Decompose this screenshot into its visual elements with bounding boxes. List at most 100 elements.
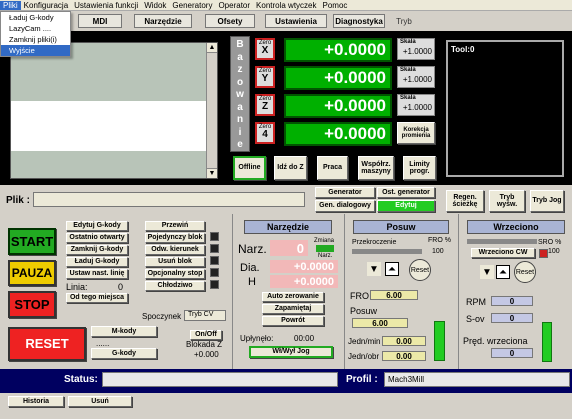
offline-button[interactable]: Offline <box>233 156 266 180</box>
menu-item-laduj[interactable]: Ładuj G-kody <box>1 12 70 23</box>
dro-x[interactable]: +0.0000 <box>284 38 392 62</box>
zero-4-button[interactable]: Zero 4 <box>255 122 275 144</box>
status-label: Status: <box>64 374 98 385</box>
opcjonalny-stop-button[interactable]: Opcjonalny stop <box>145 269 205 279</box>
h-value[interactable]: +0.0000 <box>270 275 338 288</box>
ostatnio-otwarty-button[interactable]: Ostatnio otwarty <box>66 233 128 243</box>
mkody-button[interactable]: M-kody <box>91 326 157 337</box>
dro-4[interactable]: +0.0000 <box>284 122 392 146</box>
edytuj-gkody-button[interactable]: Edytuj G-kody <box>66 221 128 231</box>
menu-widok[interactable]: Widok <box>141 1 169 10</box>
scale-x[interactable]: Skala +1.0000 <box>397 38 435 60</box>
menu-pliki[interactable]: Pliki <box>0 0 21 10</box>
sro-slider[interactable] <box>467 239 537 244</box>
tryb-jog-button[interactable]: Tryb Jog <box>530 190 564 212</box>
ustaw-nast-linie-button[interactable]: Ustaw nast. linię <box>66 269 128 279</box>
od-tego-miejsca-button[interactable]: Od tego miejsca <box>66 293 128 303</box>
toolpath-display[interactable]: Tool:0 <box>446 40 564 177</box>
sro-reset-button[interactable]: Reset <box>514 261 536 283</box>
gcode-scrollbar[interactable]: ▲ ▼ <box>206 43 217 178</box>
scroll-up-icon[interactable]: ▲ <box>207 43 217 53</box>
zero-z-button[interactable]: Zero Z <box>255 94 275 116</box>
scale-z[interactable]: Skala +1.0000 <box>397 94 435 116</box>
fro-up-icon[interactable]: ⏶ <box>385 262 399 276</box>
gcode-list[interactable]: ▲ ▼ <box>10 42 218 179</box>
wspolrz-maszyny-button[interactable]: Współrz. maszyny <box>358 156 394 180</box>
zamknij-gkody-button[interactable]: Zamknij G-kody <box>66 245 128 255</box>
start-button[interactable]: START <box>8 228 56 255</box>
przekroczenie-label: Przekroczenie <box>352 239 397 246</box>
gen-dialogowy-button[interactable]: Gen. dialogowy <box>315 200 375 212</box>
wl-wyl-jog-button[interactable]: Wł/Wył Jog <box>249 346 333 358</box>
odw-kierunek-button[interactable]: Odw. kierunek <box>145 245 205 255</box>
narz-value[interactable]: 0 <box>270 240 308 256</box>
narzedzie-title: Narzędzie <box>244 220 332 234</box>
menu-ustawienia[interactable]: Ustawienia funkcji <box>71 1 141 10</box>
zero-y-button[interactable]: Zero Y <box>255 66 275 88</box>
dro-z[interactable]: +0.0000 <box>284 94 392 118</box>
tab-tryb[interactable]: Tryb <box>390 14 418 28</box>
dro-y[interactable]: +0.0000 <box>284 66 392 90</box>
dia-value[interactable]: +0.0000 <box>270 260 338 273</box>
posuw-value[interactable]: 6.00 <box>352 318 408 328</box>
tab-diagnostyka[interactable]: Diagnostyka <box>333 14 385 28</box>
led-chlodziwo <box>210 280 219 289</box>
pauza-button[interactable]: PAUZA <box>8 260 56 286</box>
powrot-button[interactable]: Powrót <box>262 316 324 326</box>
scroll-down-icon[interactable]: ▼ <box>207 168 217 178</box>
led-usun <box>210 256 219 265</box>
regen-sciezke-button[interactable]: Regen. ścieżkę <box>446 190 484 212</box>
praca-button[interactable]: Praca <box>317 156 348 180</box>
przewin-button[interactable]: Przewiń <box>145 221 205 231</box>
idz-do-z-button[interactable]: Idź do Z <box>274 156 307 180</box>
usun-blok-button[interactable]: Usuń blok <box>145 257 205 267</box>
zero-x-button[interactable]: Zero X <box>255 38 275 60</box>
historia-button[interactable]: Historia <box>8 396 64 407</box>
sro-up-icon[interactable]: ⏶ <box>496 265 510 279</box>
gkody-button[interactable]: G-kody <box>91 348 157 359</box>
fro-reset-button[interactable]: Reset <box>409 259 431 281</box>
scale-y[interactable]: Skala +1.0000 <box>397 66 435 88</box>
menu-generatory[interactable]: Generatory <box>169 1 215 10</box>
menu-item-lazycam[interactable]: LazyCam .... <box>1 23 70 34</box>
menu-konfiguracja[interactable]: Konfiguracja <box>21 1 71 10</box>
linia-value[interactable]: 0 <box>118 282 123 292</box>
edytuj-button[interactable]: Edytuj <box>377 200 435 212</box>
pred-wrzeciona-value[interactable]: 0 <box>491 348 533 358</box>
chlodziwo-button[interactable]: Chłodziwo <box>145 281 205 291</box>
tryb-wysw-button[interactable]: Tryb wyśw. <box>489 190 525 212</box>
zapamietaj-button[interactable]: Zapamiętaj <box>262 304 324 314</box>
tab-narzedzie[interactable]: Narzędzie <box>134 14 192 28</box>
fro-slider[interactable] <box>352 249 422 254</box>
reset-button[interactable]: RESET <box>8 327 86 361</box>
menu-operator[interactable]: Operator <box>215 1 253 10</box>
led-opcjonalny <box>210 268 219 277</box>
menu-wtyczki[interactable]: Kontrola wtyczek <box>253 1 319 10</box>
scale-z-value: +1.0000 <box>402 103 432 112</box>
stop-button[interactable]: STOP <box>8 291 56 318</box>
korekcja-promienia-button[interactable]: Korekcja promienia <box>397 122 435 144</box>
file-field[interactable] <box>33 192 305 207</box>
scale-y-value: +1.0000 <box>402 75 432 84</box>
menu-pomoc[interactable]: Pomoc <box>320 1 351 10</box>
usun-button[interactable]: Usuń <box>68 396 132 407</box>
menu-item-wyjscie[interactable]: Wyjście <box>1 45 70 56</box>
fro-down-icon[interactable]: ▼ <box>367 262 381 276</box>
bazowanie-letter: e <box>237 139 243 150</box>
linia-label: Linia: <box>66 282 88 292</box>
pojedynczy-blok-button[interactable]: Pojedynczy blok <box>145 233 205 243</box>
laduj-gkody-button[interactable]: Ładuj G-kody <box>66 257 128 267</box>
onoff-button[interactable]: On/Off <box>190 330 222 340</box>
sro-down-icon[interactable]: ▼ <box>480 265 494 279</box>
tab-ofsety[interactable]: Ofsety <box>205 14 255 28</box>
dia-label: Dia. <box>240 262 260 274</box>
limity-progr-button[interactable]: Limity progr. <box>403 156 436 180</box>
tab-mdi[interactable]: MDI <box>78 14 122 28</box>
rpm-value[interactable]: 0 <box>491 296 533 306</box>
ost-generator-button[interactable]: Ost. generator <box>377 187 435 198</box>
tab-ustawienia[interactable]: Ustawienia <box>265 14 327 28</box>
auto-zerowanie-button[interactable]: Auto zerowanie <box>262 292 324 302</box>
wrzeciono-cw-button[interactable]: Wrzeciono CW <box>471 248 535 258</box>
generator-button[interactable]: Generator <box>315 187 375 198</box>
menu-item-zamknij[interactable]: Zamknij pliki(i) <box>1 34 70 45</box>
